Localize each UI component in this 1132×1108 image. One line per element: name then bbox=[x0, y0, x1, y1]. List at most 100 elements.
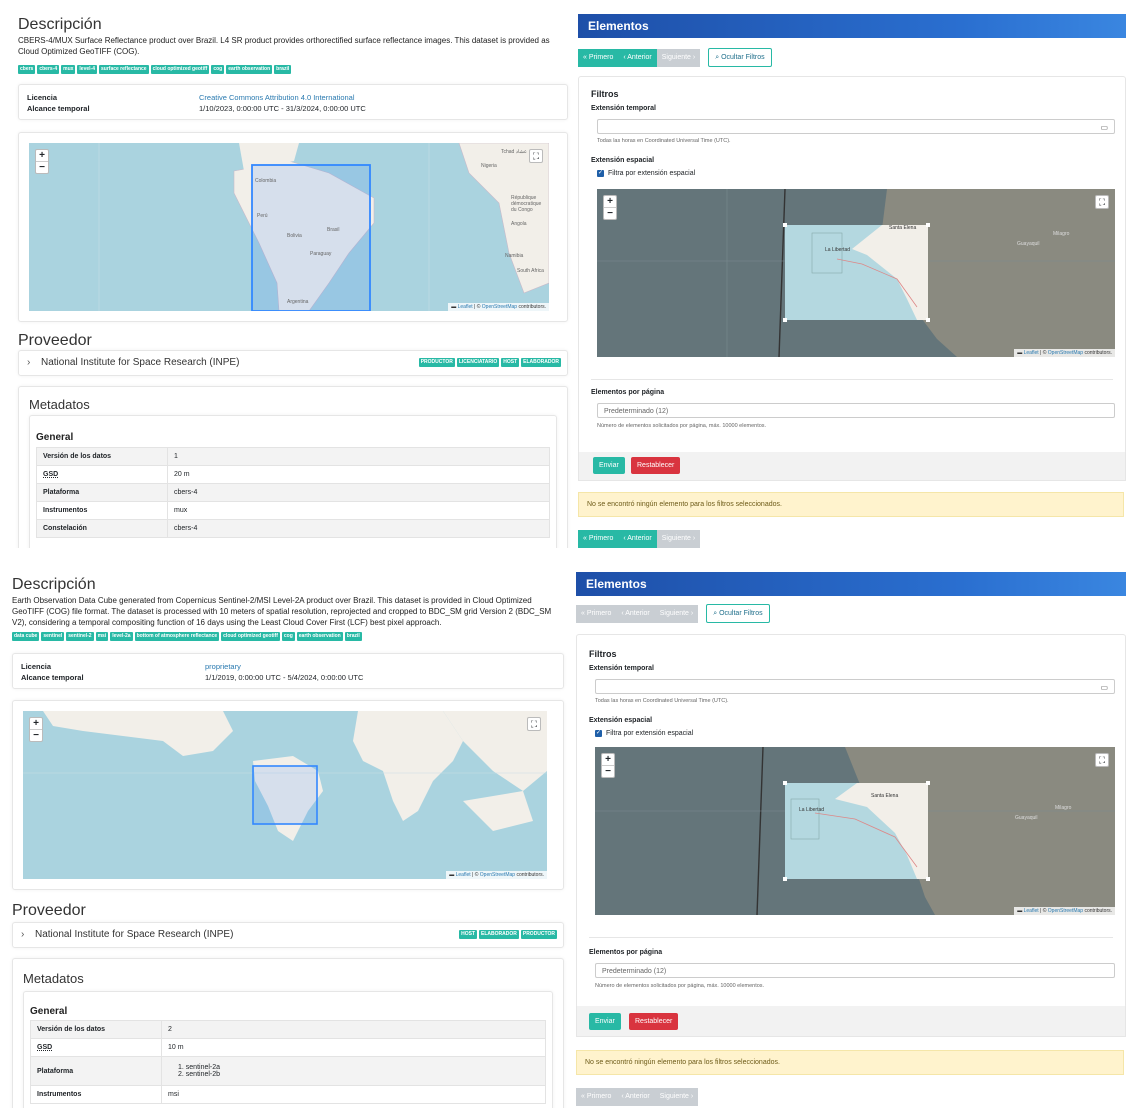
zoom-out-button-2[interactable]: − bbox=[30, 729, 42, 741]
prev-page-button-bottom[interactable]: ‹ Anterior bbox=[618, 530, 657, 548]
filters-footer-2: Enviar Restablecer bbox=[576, 1006, 1126, 1037]
metadata-value: cbers-4 bbox=[167, 483, 550, 502]
leaflet-link-2[interactable]: Leaflet bbox=[456, 872, 471, 878]
metadata-value: 1 bbox=[167, 447, 550, 466]
collection-map[interactable]: Colombia Perú Bolivia Brasil Paraguay Ar… bbox=[29, 143, 549, 311]
filter-zoom-in-button[interactable]: + bbox=[604, 196, 616, 207]
temporal-filter-hint: Todas las horas en Coordinated Universal… bbox=[597, 138, 731, 144]
provider-name: National Institute for Space Research (I… bbox=[41, 357, 240, 368]
next-page-button-bottom-2[interactable]: Siguiente › bbox=[654, 1088, 699, 1106]
fullscreen-icon-2[interactable]: ⛶ bbox=[527, 717, 541, 731]
badge: surface reflectance bbox=[99, 65, 149, 74]
table-row: Versión de los datos 2 bbox=[30, 1020, 546, 1039]
spatial-filter-map-2[interactable]: La Libertad Santa Elena Milagro Guayaqui… bbox=[595, 747, 1115, 915]
filter-fullscreen-icon-2[interactable]: ⛶ bbox=[1095, 753, 1109, 767]
map-label-chad: Tchad عشاد bbox=[501, 149, 527, 155]
license-link-2[interactable]: proprietary bbox=[205, 662, 241, 671]
map-tiles-2 bbox=[23, 711, 547, 879]
filter-zoom-out-button-2[interactable]: − bbox=[602, 765, 614, 777]
zoom-in-button-2[interactable]: + bbox=[30, 718, 42, 729]
metadata-table-2: Versión de los datos 2 GSD 10 m Plataforma 1.… bbox=[30, 1020, 546, 1104]
metadata-card: Metadatos General Versión de los datos 1 G… bbox=[18, 386, 568, 548]
no-results-alert: No se encontró ningún elemento para los … bbox=[578, 492, 1124, 517]
map-label-south-africa: South Africa bbox=[517, 268, 544, 274]
chevron-right-icon-2: › bbox=[21, 929, 25, 940]
per-page-hint: Número de elementos solicitados por pági… bbox=[597, 423, 767, 429]
license-link[interactable]: Creative Commons Attribution 4.0 Interna… bbox=[199, 93, 355, 102]
osm-link[interactable]: OpenStreetMap bbox=[482, 304, 517, 310]
leaflet-link[interactable]: Leaflet bbox=[458, 304, 473, 310]
calendar-icon: ▭ bbox=[1100, 123, 1108, 132]
submit-button-2[interactable]: Enviar bbox=[589, 1013, 621, 1030]
reset-button-2[interactable]: Restablecer bbox=[629, 1013, 679, 1030]
metadata-value: 1. sentinel-2a 2. sentinel-2b bbox=[161, 1056, 546, 1086]
hide-filters-button[interactable]: ⌕ Ocultar Filtros bbox=[708, 48, 772, 67]
filter-osm-link[interactable]: OpenStreetMap bbox=[1048, 350, 1083, 356]
table-row: Plataforma cbers-4 bbox=[36, 483, 550, 502]
provider-title-2: Proveedor bbox=[12, 902, 86, 919]
metadata-table: Versión de los datos 1 GSD 20 m Plataforma cb… bbox=[36, 447, 550, 538]
first-page-button-bottom-2[interactable]: « Primero bbox=[576, 1088, 617, 1106]
temporal-filter-label-2: Extensión temporal bbox=[589, 665, 654, 672]
per-page-input[interactable]: Predeterminado (12) bbox=[597, 403, 1115, 418]
filter-fullscreen-icon[interactable]: ⛶ bbox=[1095, 195, 1109, 209]
first-page-button[interactable]: « Primero bbox=[578, 48, 619, 67]
prev-page-button-2[interactable]: ‹ Anterior bbox=[616, 604, 655, 623]
zoom-in-button[interactable]: + bbox=[36, 150, 48, 161]
spatial-filter-checkbox[interactable]: ✓ Filtra por extensión espacial bbox=[597, 170, 695, 177]
hide-filters-button-2[interactable]: ⌕ Ocultar Filtros bbox=[706, 604, 770, 623]
filter-osm-link-2[interactable]: OpenStreetMap bbox=[1048, 908, 1083, 914]
temporal-filter-input[interactable]: ▭ bbox=[597, 119, 1115, 134]
fullscreen-icon[interactable]: ⛶ bbox=[529, 149, 543, 163]
general-title-2: General bbox=[30, 1006, 68, 1017]
next-page-button-2[interactable]: Siguiente › bbox=[654, 604, 699, 623]
provider-row-2[interactable]: › National Institute for Space Research … bbox=[12, 922, 564, 948]
filter-zoom-in-button-2[interactable]: + bbox=[602, 754, 614, 765]
filters-card: Filtros Extensión temporal ▭ Todas las h… bbox=[578, 76, 1126, 454]
spatial-filter-checkbox-2[interactable]: ✓ Filtra por extensión espacial bbox=[595, 730, 693, 737]
reset-button[interactable]: Restablecer bbox=[631, 457, 681, 474]
per-page-input-2[interactable]: Predeterminado (12) bbox=[595, 963, 1115, 978]
hide-filters-label: Ocultar Filtros bbox=[721, 54, 765, 61]
temporal-label: Alcance temporal bbox=[27, 104, 90, 113]
panel-sentinel: Descripción Earth Observation Data Cube … bbox=[0, 560, 1132, 1108]
badge: sentinel-2 bbox=[66, 632, 94, 641]
prev-page-button[interactable]: ‹ Anterior bbox=[618, 48, 657, 67]
temporal-filter-label: Extensión temporal bbox=[591, 105, 656, 112]
collection-map-2[interactable]: + − ⛶ ▬ Leaflet | © OpenStreetMap contri… bbox=[23, 711, 547, 879]
first-page-button-bottom[interactable]: « Primero bbox=[578, 530, 619, 548]
filter-zoom-out-button[interactable]: − bbox=[604, 207, 616, 219]
submit-button[interactable]: Enviar bbox=[593, 457, 625, 474]
filter-leaflet-link[interactable]: Leaflet bbox=[1024, 350, 1039, 356]
prev-page-button-bottom-2[interactable]: ‹ Anterior bbox=[616, 1088, 655, 1106]
filters-title-2: Filtros bbox=[589, 649, 617, 659]
table-row: Instrumentos mux bbox=[36, 501, 550, 520]
metadata-key: Versión de los datos bbox=[36, 447, 168, 466]
badge: LICENCIATARIO bbox=[456, 358, 500, 367]
filter-leaflet-link-2[interactable]: Leaflet bbox=[1024, 908, 1039, 914]
temporal-value-2: 1/1/2019, 0:00:00 UTC - 5/4/2024, 0:00:0… bbox=[205, 673, 364, 682]
temporal-filter-hint-2: Todas las horas en Coordinated Universal… bbox=[595, 698, 729, 704]
first-page-button-2[interactable]: « Primero bbox=[576, 604, 617, 623]
temporal-value: 1/10/2023, 0:00:00 UTC - 31/3/2024, 0:00… bbox=[199, 104, 366, 113]
badge: earth observation bbox=[296, 632, 343, 641]
divider-2 bbox=[589, 937, 1113, 938]
map-card-2: + − ⛶ ▬ Leaflet | © OpenStreetMap contri… bbox=[12, 700, 564, 890]
osm-link-2[interactable]: OpenStreetMap bbox=[480, 872, 515, 878]
chevron-right-icon: › bbox=[27, 357, 31, 368]
description-title-2: Descripción bbox=[12, 576, 96, 593]
next-page-button[interactable]: Siguiente › bbox=[656, 48, 701, 67]
badge: sentinel bbox=[41, 632, 65, 641]
temporal-filter-input-2[interactable]: ▭ bbox=[595, 679, 1115, 694]
zoom-out-button[interactable]: − bbox=[36, 161, 48, 173]
map-attribution: ▬ Leaflet | © OpenStreetMap contributors… bbox=[448, 303, 549, 311]
map-label-guayaquil-2: Guayaquil bbox=[1015, 815, 1038, 821]
badge: cbers-4 bbox=[37, 65, 60, 74]
map-label-paraguay: Paraguay bbox=[310, 251, 332, 257]
description-title: Descripción bbox=[18, 16, 102, 33]
next-page-button-bottom[interactable]: Siguiente › bbox=[656, 530, 701, 548]
temporal-label-2: Alcance temporal bbox=[21, 673, 84, 682]
pagination-bottom: « Primero ‹ Anterior Siguiente › bbox=[578, 530, 701, 548]
provider-row[interactable]: › National Institute for Space Research … bbox=[18, 350, 568, 376]
spatial-filter-map[interactable]: La Libertad Santa Elena Milagro Guayaqui… bbox=[597, 189, 1115, 357]
